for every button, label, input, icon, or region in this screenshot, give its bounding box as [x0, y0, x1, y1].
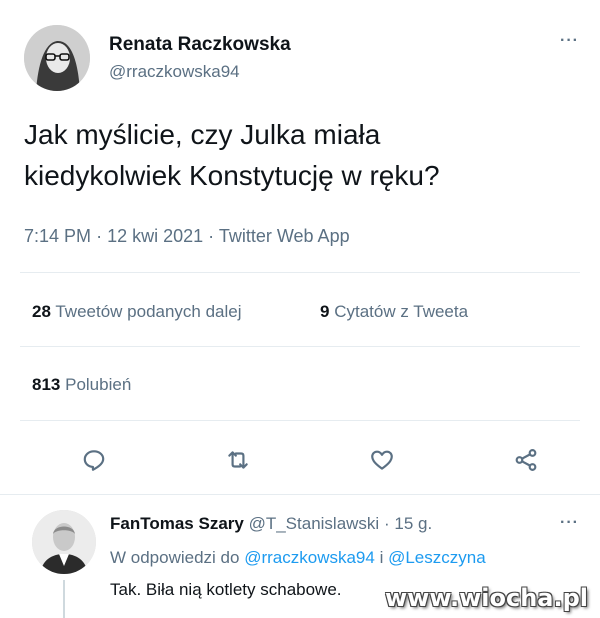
- like-icon: [371, 450, 393, 470]
- in-reply-to-conjunction: i: [379, 548, 384, 567]
- likes-label: Polubień: [65, 375, 132, 394]
- share-button[interactable]: [510, 444, 542, 476]
- meta-separator: ·: [208, 226, 215, 246]
- tweet-text-line-2: kiedykolwiek Konstytucję w ręku?: [24, 160, 440, 191]
- retweet-icon: [228, 451, 248, 469]
- tweet-time[interactable]: 7:14 PM: [24, 226, 91, 246]
- tweet-source[interactable]: Twitter Web App: [219, 226, 350, 246]
- author-avatar-image: [24, 25, 90, 91]
- divider: [20, 346, 580, 347]
- reply-author-avatar[interactable]: [32, 510, 96, 574]
- like-button[interactable]: [366, 444, 398, 476]
- author-handle[interactable]: @rraczkowska94: [109, 62, 240, 82]
- in-reply-to: W odpowiedzi do @rraczkowska94 i @Leszcz…: [110, 548, 486, 568]
- author-avatar[interactable]: [24, 25, 90, 91]
- tweet-meta: 7:14 PM · 12 kwi 2021 · Twitter Web App: [24, 226, 350, 247]
- reply-more-options-icon[interactable]: ···: [560, 514, 579, 532]
- retweets-count: 28: [32, 302, 51, 321]
- reply-age[interactable]: 15 g.: [394, 514, 432, 533]
- reply-button[interactable]: [78, 444, 110, 476]
- author-name[interactable]: Renata Raczkowska: [109, 34, 291, 56]
- reply-text: Tak. Biła nią kotlety schabowe.: [110, 580, 342, 599]
- thread-line: [63, 580, 65, 618]
- in-reply-to-prefix: W odpowiedzi do: [110, 548, 240, 567]
- divider: [20, 420, 580, 421]
- divider: [0, 494, 600, 495]
- retweets-label: Tweetów podanych dalej: [55, 302, 242, 321]
- share-icon: [515, 449, 537, 471]
- reply-separator: ·: [383, 514, 390, 533]
- more-options-icon[interactable]: ···: [560, 32, 579, 50]
- quotes-count: 9: [320, 302, 330, 321]
- tweet-date[interactable]: 12 kwi 2021: [107, 226, 203, 246]
- tweet-text-line-1: Jak myślicie, czy Julka miała: [24, 119, 381, 150]
- quotes-label: Cytatów z Tweeta: [334, 302, 469, 321]
- mention-link[interactable]: @rraczkowska94: [244, 548, 375, 567]
- watermark: www.wiocha.pl: [384, 584, 588, 612]
- meta-separator: ·: [96, 226, 103, 246]
- reply-header: FanTomas Szary @T_Stanislawski · 15 g.: [110, 514, 432, 534]
- reply-author-avatar-image: [32, 510, 96, 574]
- reply-author-handle[interactable]: @T_Stanislawski: [249, 514, 380, 533]
- divider: [20, 272, 580, 273]
- retweet-button[interactable]: [222, 444, 254, 476]
- mention-link[interactable]: @Leszczyna: [388, 548, 486, 567]
- quotes-stat[interactable]: 9 Cytatów z Tweeta: [320, 302, 468, 322]
- likes-stat[interactable]: 813 Polubień: [32, 375, 131, 395]
- retweets-stat[interactable]: 28 Tweetów podanych dalej: [32, 302, 242, 322]
- reply-author-name[interactable]: FanTomas Szary: [110, 514, 244, 533]
- likes-count: 813: [32, 375, 61, 394]
- reply-icon: [83, 450, 105, 471]
